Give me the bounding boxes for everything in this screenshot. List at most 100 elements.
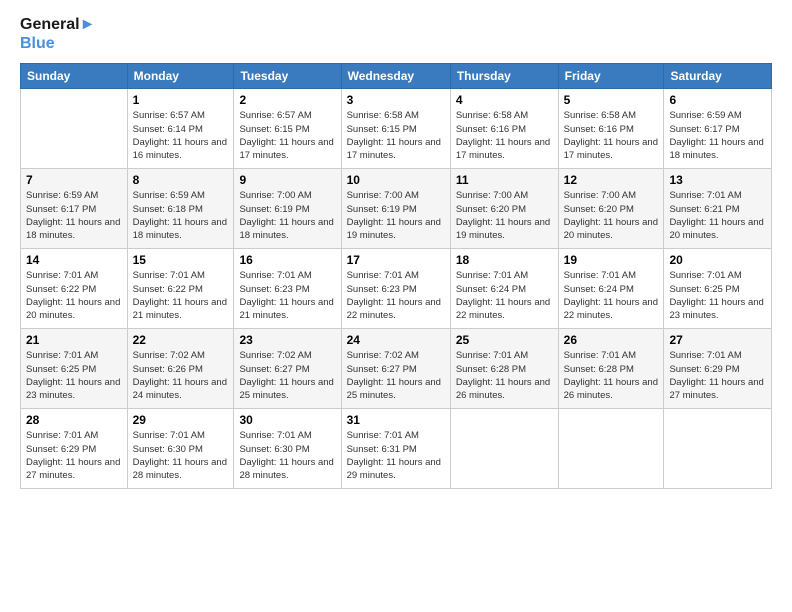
day-number: 7: [26, 173, 122, 187]
sunrise: Sunrise: 6:58 AM: [347, 109, 445, 122]
sunset: Sunset: 6:25 PM: [669, 283, 766, 296]
daylight: Daylight: 11 hours and 18 minutes.: [239, 216, 335, 243]
day-number: 5: [564, 93, 659, 107]
daylight: Daylight: 11 hours and 22 minutes.: [456, 296, 553, 323]
day-number: 27: [669, 333, 766, 347]
sunset: Sunset: 6:19 PM: [239, 203, 335, 216]
daylight: Daylight: 11 hours and 19 minutes.: [347, 216, 445, 243]
day-number: 22: [133, 333, 229, 347]
daylight: Daylight: 11 hours and 29 minutes.: [347, 456, 445, 483]
daylight: Daylight: 11 hours and 27 minutes.: [669, 376, 766, 403]
sunrise: Sunrise: 7:01 AM: [669, 269, 766, 282]
sunset: Sunset: 6:31 PM: [347, 443, 445, 456]
day-info: Sunrise: 7:01 AM Sunset: 6:25 PM Dayligh…: [669, 269, 766, 322]
day-info: Sunrise: 7:01 AM Sunset: 6:25 PM Dayligh…: [26, 349, 122, 402]
day-number: 25: [456, 333, 553, 347]
day-info: Sunrise: 7:02 AM Sunset: 6:27 PM Dayligh…: [239, 349, 335, 402]
sunset: Sunset: 6:14 PM: [133, 123, 229, 136]
day-number: 24: [347, 333, 445, 347]
day-number: 21: [26, 333, 122, 347]
sunrise: Sunrise: 7:01 AM: [26, 429, 122, 442]
week-row-1: 1 Sunrise: 6:57 AM Sunset: 6:14 PM Dayli…: [21, 89, 772, 169]
day-info: Sunrise: 7:00 AM Sunset: 6:20 PM Dayligh…: [456, 189, 553, 242]
day-info: Sunrise: 7:02 AM Sunset: 6:27 PM Dayligh…: [347, 349, 445, 402]
day-number: 16: [239, 253, 335, 267]
header-tuesday: Tuesday: [234, 64, 341, 89]
day-info: Sunrise: 7:01 AM Sunset: 6:29 PM Dayligh…: [26, 429, 122, 482]
day-number: 29: [133, 413, 229, 427]
daylight: Daylight: 11 hours and 23 minutes.: [26, 376, 122, 403]
sunrise: Sunrise: 7:00 AM: [347, 189, 445, 202]
sunrise: Sunrise: 7:01 AM: [26, 349, 122, 362]
day-info: Sunrise: 6:59 AM Sunset: 6:17 PM Dayligh…: [26, 189, 122, 242]
header-sunday: Sunday: [21, 64, 128, 89]
day-number: 6: [669, 93, 766, 107]
sunset: Sunset: 6:22 PM: [133, 283, 229, 296]
sunrise: Sunrise: 7:02 AM: [239, 349, 335, 362]
day-info: Sunrise: 7:01 AM Sunset: 6:23 PM Dayligh…: [347, 269, 445, 322]
day-number: 30: [239, 413, 335, 427]
calendar-cell: 30 Sunrise: 7:01 AM Sunset: 6:30 PM Dayl…: [234, 409, 341, 489]
sunset: Sunset: 6:24 PM: [564, 283, 659, 296]
sunset: Sunset: 6:16 PM: [564, 123, 659, 136]
calendar-cell: 9 Sunrise: 7:00 AM Sunset: 6:19 PM Dayli…: [234, 169, 341, 249]
day-number: 4: [456, 93, 553, 107]
page: General► Blue SundayMondayTuesdayWednesd…: [0, 0, 792, 612]
calendar-cell: 25 Sunrise: 7:01 AM Sunset: 6:28 PM Dayl…: [450, 329, 558, 409]
sunrise: Sunrise: 7:01 AM: [239, 269, 335, 282]
calendar-cell: 10 Sunrise: 7:00 AM Sunset: 6:19 PM Dayl…: [341, 169, 450, 249]
sunset: Sunset: 6:27 PM: [347, 363, 445, 376]
daylight: Daylight: 11 hours and 20 minutes.: [26, 296, 122, 323]
sunset: Sunset: 6:23 PM: [347, 283, 445, 296]
daylight: Daylight: 11 hours and 20 minutes.: [669, 216, 766, 243]
calendar-cell: 18 Sunrise: 7:01 AM Sunset: 6:24 PM Dayl…: [450, 249, 558, 329]
calendar-cell: 22 Sunrise: 7:02 AM Sunset: 6:26 PM Dayl…: [127, 329, 234, 409]
daylight: Daylight: 11 hours and 24 minutes.: [133, 376, 229, 403]
daylight: Daylight: 11 hours and 19 minutes.: [456, 216, 553, 243]
calendar-cell: 3 Sunrise: 6:58 AM Sunset: 6:15 PM Dayli…: [341, 89, 450, 169]
day-info: Sunrise: 7:00 AM Sunset: 6:20 PM Dayligh…: [564, 189, 659, 242]
day-number: 14: [26, 253, 122, 267]
daylight: Daylight: 11 hours and 28 minutes.: [133, 456, 229, 483]
day-number: 2: [239, 93, 335, 107]
sunrise: Sunrise: 7:01 AM: [26, 269, 122, 282]
day-number: 18: [456, 253, 553, 267]
header-wednesday: Wednesday: [341, 64, 450, 89]
calendar-cell: 31 Sunrise: 7:01 AM Sunset: 6:31 PM Dayl…: [341, 409, 450, 489]
header-friday: Friday: [558, 64, 664, 89]
daylight: Daylight: 11 hours and 23 minutes.: [669, 296, 766, 323]
calendar-cell: 20 Sunrise: 7:01 AM Sunset: 6:25 PM Dayl…: [664, 249, 772, 329]
daylight: Daylight: 11 hours and 21 minutes.: [239, 296, 335, 323]
sunset: Sunset: 6:19 PM: [347, 203, 445, 216]
calendar-cell: 23 Sunrise: 7:02 AM Sunset: 6:27 PM Dayl…: [234, 329, 341, 409]
day-info: Sunrise: 7:01 AM Sunset: 6:24 PM Dayligh…: [456, 269, 553, 322]
sunrise: Sunrise: 6:59 AM: [669, 109, 766, 122]
sunset: Sunset: 6:15 PM: [239, 123, 335, 136]
daylight: Daylight: 11 hours and 25 minutes.: [347, 376, 445, 403]
daylight: Daylight: 11 hours and 17 minutes.: [347, 136, 445, 163]
sunset: Sunset: 6:22 PM: [26, 283, 122, 296]
calendar-cell: 12 Sunrise: 7:00 AM Sunset: 6:20 PM Dayl…: [558, 169, 664, 249]
daylight: Daylight: 11 hours and 17 minutes.: [564, 136, 659, 163]
calendar-cell: 13 Sunrise: 7:01 AM Sunset: 6:21 PM Dayl…: [664, 169, 772, 249]
calendar-cell: 8 Sunrise: 6:59 AM Sunset: 6:18 PM Dayli…: [127, 169, 234, 249]
sunrise: Sunrise: 6:58 AM: [456, 109, 553, 122]
daylight: Daylight: 11 hours and 16 minutes.: [133, 136, 229, 163]
daylight: Daylight: 11 hours and 25 minutes.: [239, 376, 335, 403]
sunrise: Sunrise: 7:01 AM: [564, 349, 659, 362]
day-number: 23: [239, 333, 335, 347]
sunrise: Sunrise: 7:01 AM: [669, 189, 766, 202]
day-info: Sunrise: 6:58 AM Sunset: 6:15 PM Dayligh…: [347, 109, 445, 162]
calendar-cell: 27 Sunrise: 7:01 AM Sunset: 6:29 PM Dayl…: [664, 329, 772, 409]
sunrise: Sunrise: 7:02 AM: [347, 349, 445, 362]
daylight: Daylight: 11 hours and 26 minutes.: [456, 376, 553, 403]
sunset: Sunset: 6:25 PM: [26, 363, 122, 376]
daylight: Daylight: 11 hours and 17 minutes.: [456, 136, 553, 163]
sunrise: Sunrise: 7:00 AM: [239, 189, 335, 202]
daylight: Daylight: 11 hours and 22 minutes.: [347, 296, 445, 323]
sunrise: Sunrise: 7:01 AM: [564, 269, 659, 282]
calendar-cell: [558, 409, 664, 489]
sunrise: Sunrise: 6:58 AM: [564, 109, 659, 122]
calendar-cell: [21, 89, 128, 169]
day-number: 31: [347, 413, 445, 427]
